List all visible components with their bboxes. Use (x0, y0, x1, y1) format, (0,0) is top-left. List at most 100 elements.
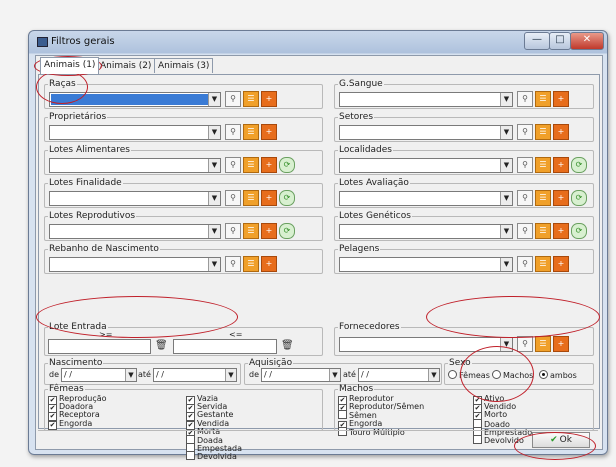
search-icon[interactable]: ⚲ (517, 157, 533, 173)
radio-femeas[interactable]: Fêmeas (448, 370, 490, 381)
lotes-geneticos-legend: Lotes Genéticos (339, 211, 411, 221)
search-icon[interactable]: ⚲ (517, 91, 533, 107)
racas-legend: Raças (49, 79, 76, 89)
refresh-icon[interactable]: ⟳ (279, 223, 295, 239)
checkbox-label: Devolvida (197, 452, 237, 462)
search-icon[interactable]: ⚲ (517, 336, 533, 352)
nascimento-ate-date[interactable]: / / ▼ (153, 368, 237, 382)
refresh-icon[interactable]: ⟳ (571, 223, 587, 239)
refresh-icon[interactable]: ⟳ (571, 157, 587, 173)
setores-combo[interactable]: ▼ (339, 125, 513, 140)
search-icon[interactable]: ⚲ (225, 256, 241, 272)
lotes-alimentares-legend: Lotes Alimentares (49, 145, 130, 155)
chevron-down-icon: ▼ (500, 258, 512, 271)
search-icon[interactable]: ⚲ (225, 124, 241, 140)
add-icon[interactable]: + (261, 91, 277, 107)
chevron-down-icon: ▼ (500, 338, 512, 351)
localidades-legend: Localidades (339, 145, 392, 155)
list-icon[interactable]: ☰ (535, 157, 551, 173)
fornecedores-combo[interactable]: ▼ (339, 337, 513, 352)
search-icon[interactable]: ⚲ (225, 91, 241, 107)
pelagens-legend: Pelagens (339, 244, 380, 254)
add-icon[interactable]: + (553, 256, 569, 272)
add-icon[interactable]: + (261, 124, 277, 140)
racas-combo[interactable]: ▼ (49, 92, 221, 107)
refresh-icon[interactable]: ⟳ (571, 190, 587, 206)
maximize-button[interactable]: □ (549, 32, 571, 50)
machos-legend: Machos (339, 384, 374, 394)
minimize-button[interactable]: — (524, 32, 550, 50)
chevron-down-icon: ▼ (500, 192, 512, 205)
refresh-icon[interactable]: ⟳ (279, 157, 295, 173)
rebanho-de-nascimento-combo[interactable]: ▼ (49, 257, 221, 272)
list-icon[interactable]: ☰ (535, 336, 551, 352)
add-icon[interactable]: + (553, 336, 569, 352)
nascimento-de-value: / / (64, 370, 72, 379)
checkbox-devolvida[interactable]: Devolvida (186, 451, 237, 462)
chevron-down-icon: ▼ (500, 159, 512, 172)
g-sangue-combo[interactable]: ▼ (339, 92, 513, 107)
search-icon[interactable]: ⚲ (225, 157, 241, 173)
tab-animais-3[interactable]: Animais (3) (154, 58, 214, 73)
lotes-avaliacao-combo[interactable]: ▼ (339, 191, 513, 206)
lote-entrada-to-input[interactable] (173, 339, 277, 354)
lotes-geneticos-combo[interactable]: ▼ (339, 224, 513, 239)
add-icon[interactable]: + (553, 124, 569, 140)
aquisicao-de-label: de (249, 370, 259, 379)
pelagens-combo[interactable]: ▼ (339, 257, 513, 272)
search-icon[interactable]: ⚲ (517, 256, 533, 272)
trash-icon[interactable]: 🗑 (155, 340, 168, 352)
add-icon[interactable]: + (553, 91, 569, 107)
lote-entrada-from-input[interactable] (48, 339, 151, 354)
add-icon[interactable]: + (553, 190, 569, 206)
list-icon[interactable]: ☰ (535, 124, 551, 140)
tab-animais-1[interactable]: Animais (1) (40, 57, 100, 74)
add-icon[interactable]: + (261, 223, 277, 239)
add-icon[interactable]: + (261, 256, 277, 272)
add-icon[interactable]: + (553, 157, 569, 173)
lotes-reprodutivos-combo[interactable]: ▼ (49, 224, 221, 239)
proprietarios-combo[interactable]: ▼ (49, 125, 221, 140)
search-icon[interactable]: ⚲ (225, 190, 241, 206)
lotes-alimentares-combo[interactable]: ▼ (49, 158, 221, 173)
search-icon[interactable]: ⚲ (517, 190, 533, 206)
ok-button[interactable]: ✔ Ok (532, 432, 590, 448)
g-sangue-legend: G.Sangue (339, 79, 383, 89)
nascimento-de-date[interactable]: / / ▼ (61, 368, 137, 382)
search-icon[interactable]: ⚲ (517, 124, 533, 140)
aquisicao-ate-date[interactable]: / / ▼ (358, 368, 440, 382)
checkbox-box (186, 451, 195, 461)
close-icon: ✕ (582, 34, 592, 45)
radio-ambos[interactable]: ambos (539, 370, 577, 381)
list-icon[interactable]: ☰ (535, 256, 551, 272)
list-icon[interactable]: ☰ (243, 124, 259, 140)
aquisicao-legend: Aquisição (249, 358, 293, 368)
list-icon[interactable]: ☰ (243, 256, 259, 272)
search-icon[interactable]: ⚲ (225, 223, 241, 239)
status-bar: ✔ Ok (38, 430, 598, 448)
add-icon[interactable]: + (261, 190, 277, 206)
list-icon[interactable]: ☰ (243, 91, 259, 107)
localidades-combo[interactable]: ▼ (339, 158, 513, 173)
chevron-down-icon: ▼ (208, 159, 220, 172)
add-icon[interactable]: + (553, 223, 569, 239)
lotes-finalidade-combo[interactable]: ▼ (49, 191, 221, 206)
refresh-icon[interactable]: ⟳ (279, 190, 295, 206)
list-icon[interactable]: ☰ (243, 157, 259, 173)
search-icon[interactable]: ⚲ (517, 223, 533, 239)
radio-machos[interactable]: Machos (492, 370, 533, 381)
list-icon[interactable]: ☰ (535, 91, 551, 107)
tab-animais-2[interactable]: Animais (2) (96, 58, 156, 73)
list-icon[interactable]: ☰ (535, 223, 551, 239)
aquisicao-de-date[interactable]: / / ▼ (261, 368, 341, 382)
add-icon[interactable]: + (261, 157, 277, 173)
lotes-finalidade-legend: Lotes Finalidade (49, 178, 122, 188)
chevron-down-icon: ▼ (329, 369, 340, 381)
close-button[interactable]: ✕ (570, 32, 604, 50)
list-icon[interactable]: ☰ (243, 190, 259, 206)
checkbox-engorda[interactable]: ✔ Engorda (48, 419, 92, 430)
list-icon[interactable]: ☰ (243, 223, 259, 239)
trash-icon[interactable]: 🗑 (281, 340, 294, 352)
list-icon[interactable]: ☰ (535, 190, 551, 206)
nascimento-legend: Nascimento (49, 358, 103, 368)
